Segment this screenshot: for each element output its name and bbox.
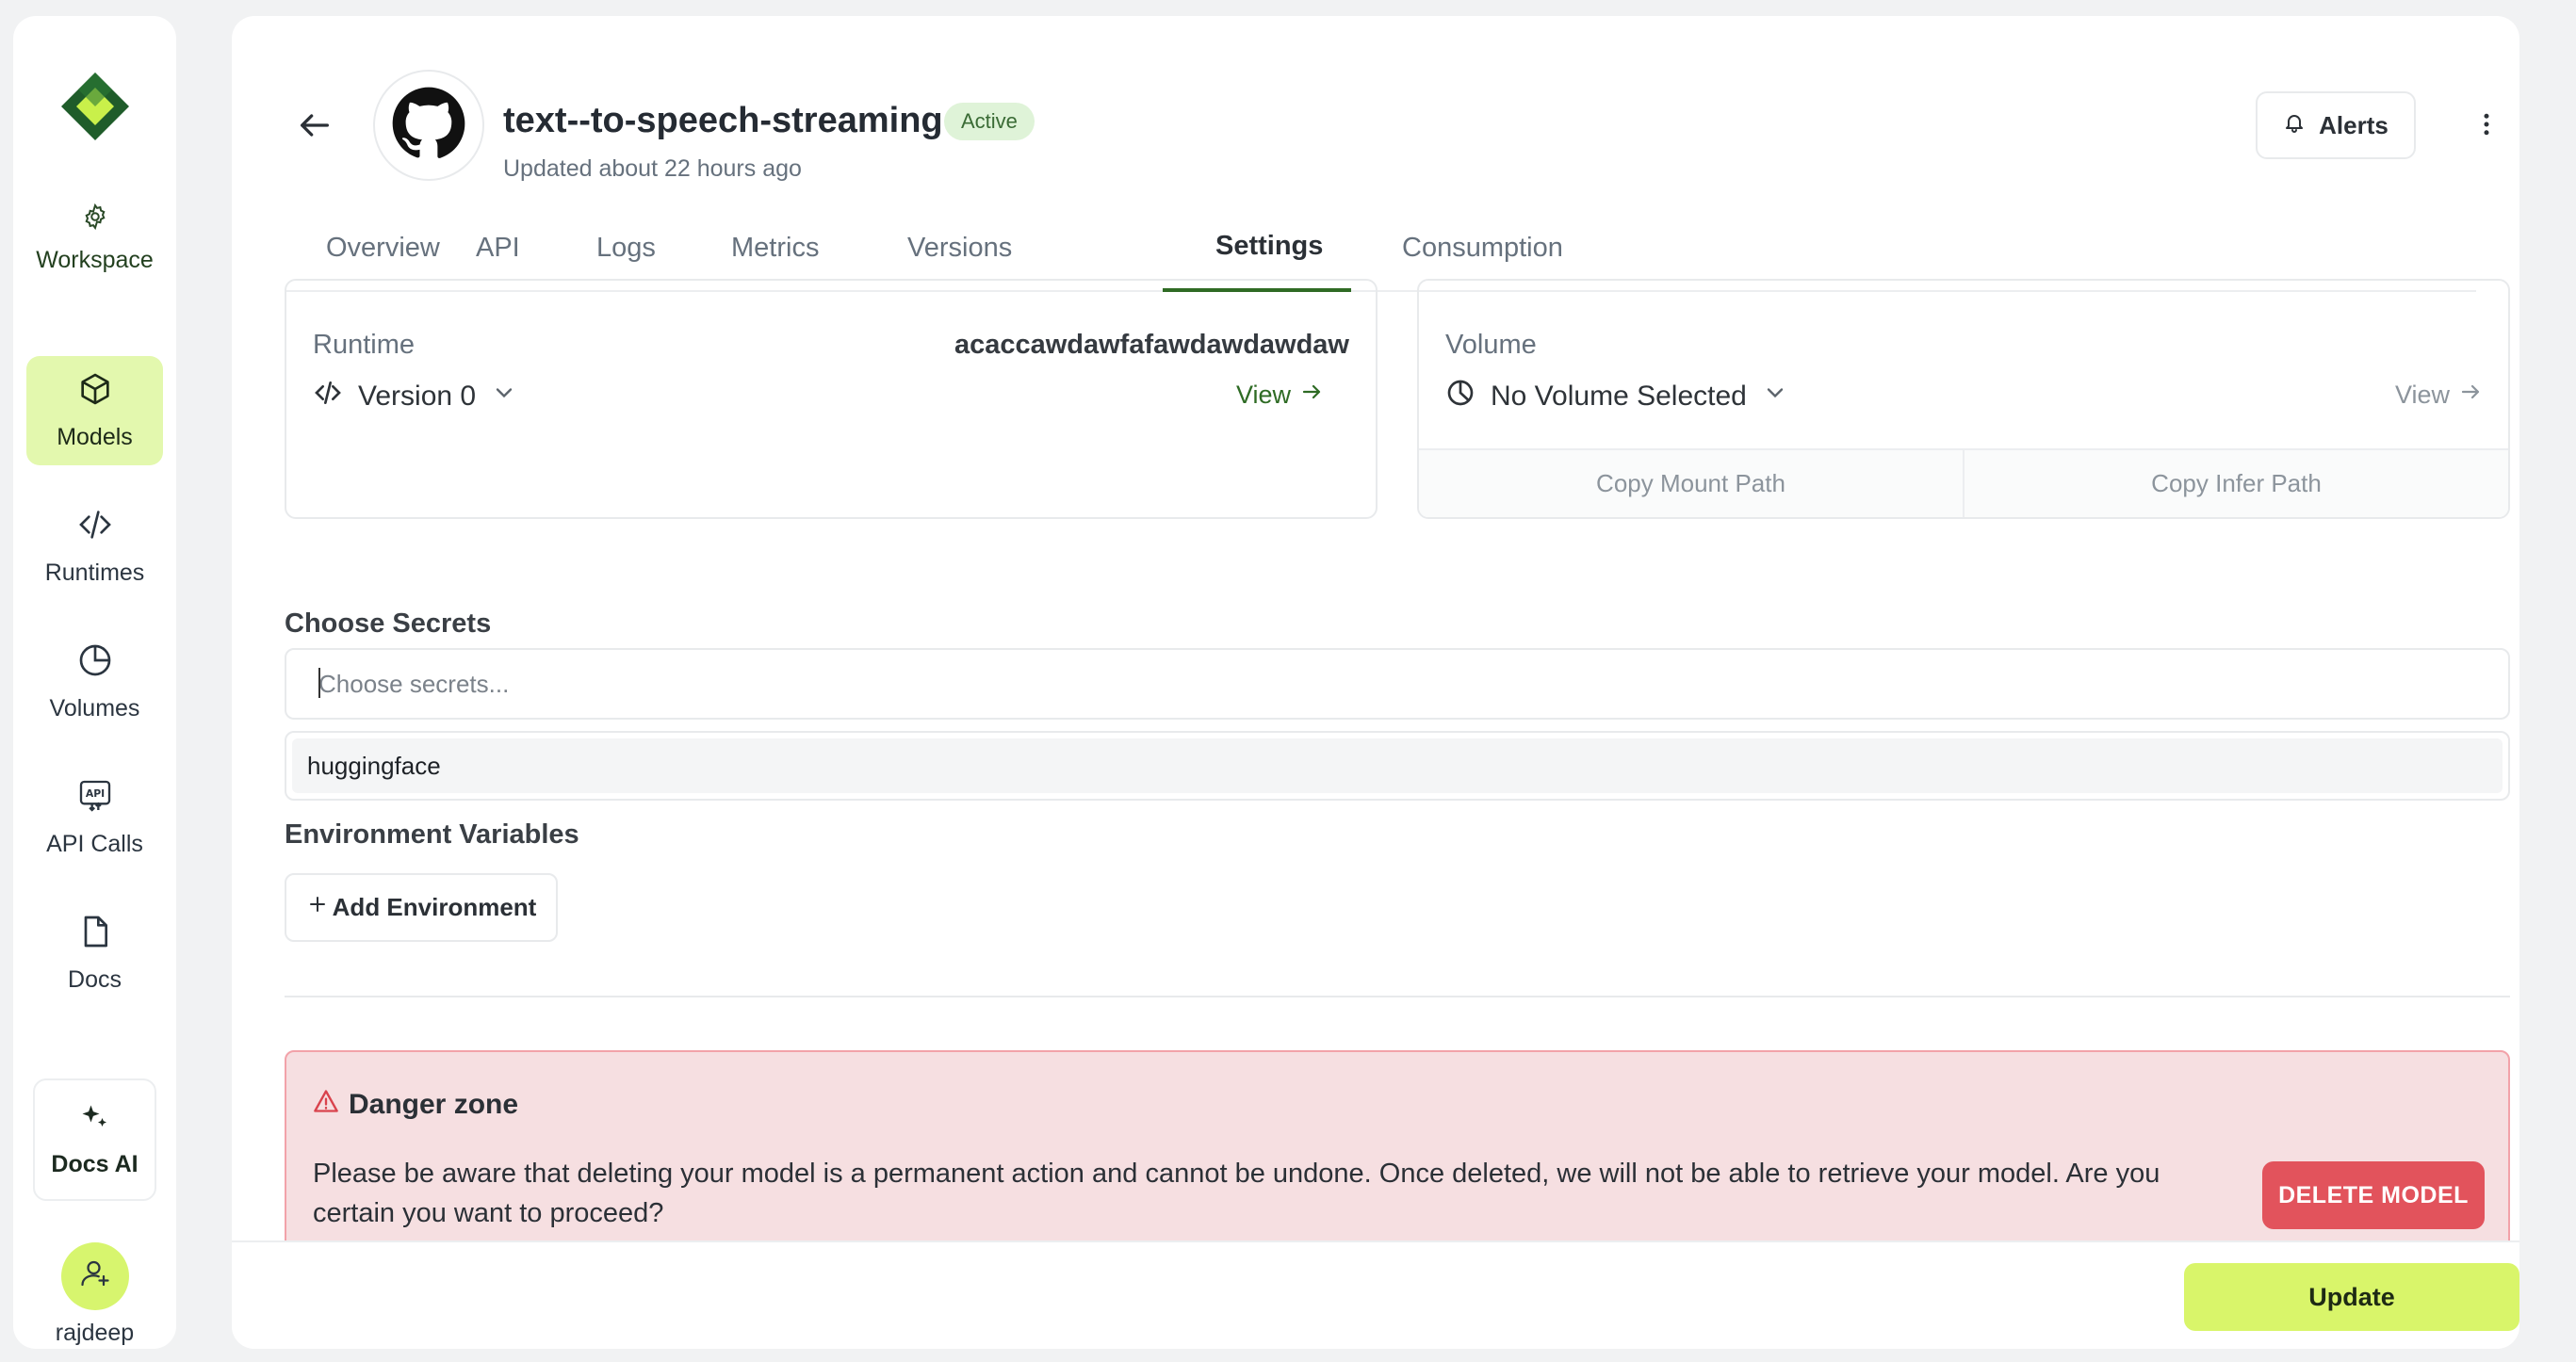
sparkle-icon: [78, 1101, 112, 1142]
sidebar-item-api-calls[interactable]: API API Calls: [26, 763, 163, 872]
model-avatar: [373, 70, 484, 181]
secrets-input[interactable]: [285, 648, 2510, 720]
runtime-view-link[interactable]: View: [1236, 381, 1323, 410]
main-panel: text--to-speech-streaming Active Updated…: [232, 16, 2519, 1349]
github-icon: [391, 86, 466, 166]
version-selector[interactable]: Version 0: [313, 378, 517, 415]
sidebar-item-workspace[interactable]: Workspace: [26, 184, 163, 293]
secret-option-huggingface[interactable]: huggingface: [292, 738, 2503, 793]
copy-mount-path-button[interactable]: Copy Mount Path: [1419, 450, 1965, 517]
secrets-label: Choose Secrets: [285, 608, 492, 639]
runtime-label: Runtime: [313, 330, 415, 360]
runtime-id: acaccawdawfafawdawdawdaw: [954, 330, 1349, 360]
avatar[interactable]: [60, 1242, 129, 1310]
sidebar-item-label: API Calls: [46, 831, 143, 857]
code-icon: [313, 378, 343, 415]
arrow-right-icon: [1300, 381, 1323, 410]
sidebar-item-docs[interactable]: Docs: [26, 899, 163, 1008]
view-label: View: [2394, 381, 2450, 409]
cube-icon: [76, 370, 114, 414]
update-button[interactable]: Update: [2184, 1263, 2519, 1331]
document-icon: [76, 913, 114, 957]
sidebar-item-label: Models: [57, 424, 133, 450]
plus-icon: [306, 893, 329, 922]
copy-infer-path-button[interactable]: Copy Infer Path: [1965, 450, 2508, 517]
volume-label: Volume: [1445, 330, 1537, 360]
secrets-dropdown: huggingface: [285, 731, 2510, 801]
alerts-button[interactable]: Alerts: [2256, 91, 2416, 159]
back-button[interactable]: [296, 106, 334, 144]
pie-chart-icon: [1445, 378, 1475, 415]
danger-zone-heading: Danger zone: [349, 1089, 519, 1120]
gear-icon: [81, 203, 109, 237]
updated-timestamp: Updated about 22 hours ago: [503, 155, 802, 182]
sidebar-item-volumes[interactable]: Volumes: [26, 627, 163, 737]
arrow-left-icon: [296, 114, 334, 148]
volume-actions: Copy Mount Path Copy Infer Path: [1419, 448, 2508, 517]
kebab-menu-icon: [2472, 113, 2501, 142]
sidebar: Workspace Models Runtimes Volumes API AP…: [13, 16, 176, 1349]
danger-zone-title: Danger zone: [313, 1088, 518, 1122]
volume-view-link[interactable]: View: [2395, 381, 2482, 410]
danger-zone-message: Please be aware that deleting your model…: [313, 1159, 2160, 1228]
delete-model-button[interactable]: DELETE MODEL: [2262, 1161, 2485, 1229]
arrow-right-icon: [2459, 381, 2482, 410]
status-badge: Active: [944, 103, 1035, 140]
pie-chart-icon: [76, 641, 114, 686]
sidebar-item-label: Runtimes: [44, 559, 145, 586]
sidebar-item-models[interactable]: Models: [26, 356, 163, 465]
docs-ai-label: Docs AI: [51, 1151, 139, 1177]
text-cursor: [318, 668, 320, 698]
code-icon: [76, 506, 114, 550]
sidebar-item-runtimes[interactable]: Runtimes: [26, 492, 163, 601]
alerts-label: Alerts: [2319, 110, 2389, 139]
volume-value: No Volume Selected: [1491, 381, 1747, 412]
view-label: View: [1235, 381, 1291, 409]
env-label: Environment Variables: [285, 819, 579, 850]
sidebar-item-label: Docs: [68, 966, 122, 993]
brand-logo[interactable]: [59, 71, 131, 142]
page-title: text--to-speech-streaming: [503, 101, 943, 140]
api-icon: API: [76, 777, 114, 821]
chevron-down-icon: [1762, 380, 1788, 413]
volume-card: Volume No Volume Selected View Copy Moun…: [1417, 279, 2510, 519]
user-plus-icon: [78, 1257, 112, 1297]
sidebar-item-label: Volumes: [49, 695, 140, 722]
warning-icon: [313, 1088, 339, 1122]
add-environment-label: Add Environment: [332, 893, 537, 921]
svg-text:API: API: [85, 787, 104, 800]
runtime-card: Runtime acaccawdawfafawdawdawdaw Version…: [285, 279, 1378, 519]
chevron-down-icon: [491, 380, 517, 413]
bell-icon: [2283, 111, 2306, 140]
user-name: rajdeep: [55, 1320, 135, 1346]
docs-ai-button[interactable]: Docs AI: [33, 1078, 156, 1201]
user-menu[interactable]: rajdeep: [13, 1242, 176, 1347]
volume-selector[interactable]: No Volume Selected: [1445, 378, 1788, 415]
sidebar-item-label: Workspace: [36, 247, 154, 273]
version-value: Version 0: [358, 381, 477, 412]
bottom-action-bar: Update: [232, 1240, 2519, 1349]
more-options-button[interactable]: [2472, 110, 2501, 138]
section-divider: [285, 996, 2510, 997]
add-environment-button[interactable]: Add Environment: [285, 873, 558, 942]
